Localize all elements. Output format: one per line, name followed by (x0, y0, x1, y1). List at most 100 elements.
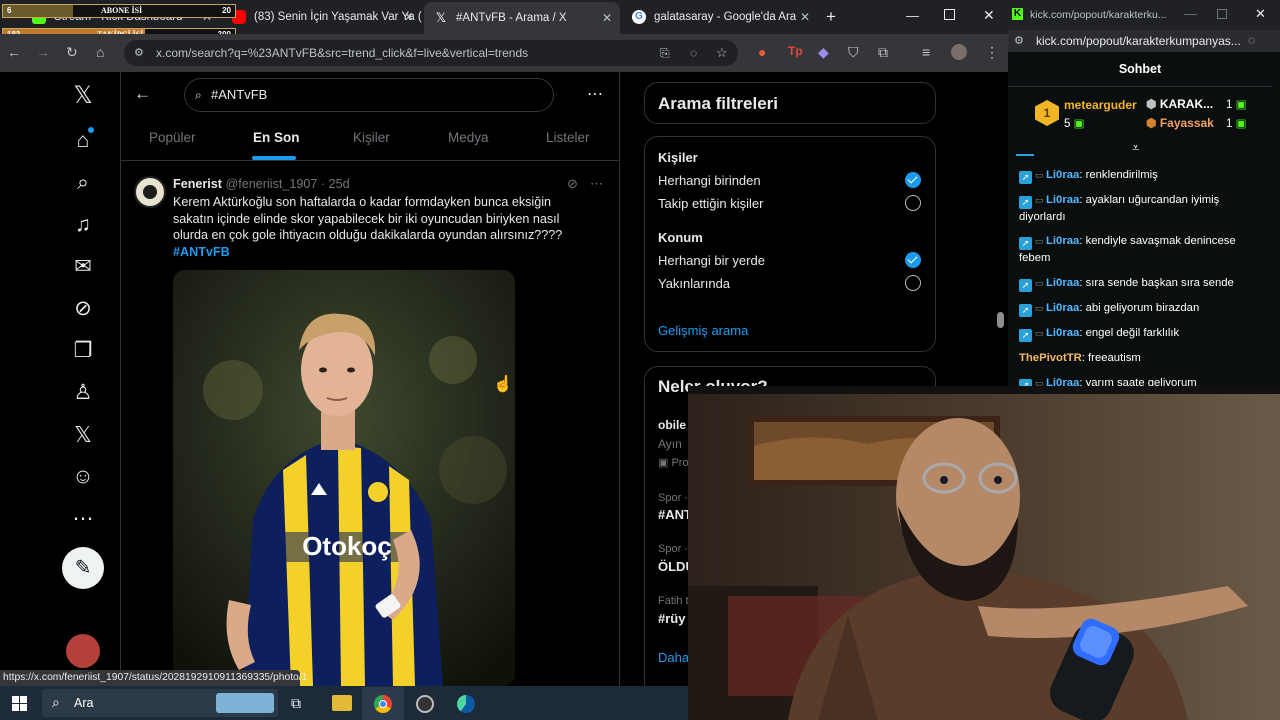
tab-x-search[interactable]: 𝕏 #ANTvFB - Arama / X ✕ (424, 2, 620, 34)
people-anyone-radio-checked[interactable] (905, 172, 921, 188)
location-filter-title: Konum (658, 230, 703, 245)
communities-icon[interactable]: ♙ (68, 378, 98, 408)
tweet-time[interactable]: · 25d (321, 177, 350, 191)
site-settings-icon[interactable]: ⚙ (1014, 34, 1024, 47)
maximize-button[interactable] (1217, 9, 1227, 19)
extension-tp-icon[interactable]: Tp (788, 44, 803, 58)
show-more-link[interactable]: Daha (658, 650, 689, 665)
supporter-3[interactable]: ⬢ Fayassak (1146, 116, 1214, 130)
reload-icon[interactable]: ↻ (66, 44, 78, 61)
close-tab-icon[interactable]: ✕ (404, 10, 414, 24)
close-tab-icon[interactable]: ✕ (602, 11, 612, 25)
rank-2-icon: ⬢ (1146, 97, 1160, 111)
task-view-icon[interactable]: ⧉ (291, 695, 301, 712)
trend-promoted-title[interactable]: obile (658, 418, 686, 432)
subscriber-goal-label: ABONE İSİ (101, 6, 143, 15)
location-option-anywhere[interactable]: Herhangi bir yerde (658, 253, 765, 268)
people-following-radio[interactable] (905, 195, 921, 211)
minimize-button[interactable]: — (1184, 6, 1197, 21)
tweet-author-avatar[interactable] (134, 176, 166, 208)
x-logo-icon[interactable]: 𝕏 (68, 81, 98, 111)
supporter-2[interactable]: ⬢ KARAK... (1146, 97, 1213, 111)
mod-badge-icon: ▭ (1035, 195, 1047, 205)
trend-context: Fatih t (658, 595, 689, 607)
tweet-hashtag-link[interactable]: #ANTvFB (173, 245, 230, 259)
eye-off-icon[interactable]: ◌ (690, 40, 697, 66)
profile-avatar[interactable] (951, 44, 967, 60)
page-scrollbar-thumb[interactable] (997, 312, 1004, 328)
location-option-near[interactable]: Yakınlarında (658, 276, 730, 291)
close-tab-icon[interactable]: ✕ (800, 10, 810, 24)
search-icon: ⌕ (52, 694, 60, 710)
minimize-button[interactable]: — (906, 8, 919, 23)
edge-icon[interactable] (457, 695, 475, 713)
mod-badge-icon: ▭ (1035, 303, 1047, 313)
extension-discord-icon[interactable]: ◆ (818, 44, 829, 61)
eye-off-icon[interactable]: ◌ (1248, 33, 1255, 47)
extension-fox-icon[interactable]: ● (758, 44, 766, 60)
people-option-following[interactable]: Takip ettiğin kişiler (658, 196, 764, 211)
search-input[interactable]: ⌕ #ANTvFB (184, 78, 554, 112)
extension-shield-icon[interactable]: ⛉ (848, 44, 859, 61)
trend-item[interactable]: #rüy (658, 611, 685, 626)
site-settings-icon[interactable]: ⚙ (134, 40, 144, 66)
close-window-button[interactable]: ✕ (1255, 6, 1266, 22)
tweet-text: Kerem Aktürkoğlu son haftalarda o kadar … (173, 195, 563, 242)
subscriber-goal-bar: 6 ABONE İSİ 20 (2, 4, 236, 18)
messages-mail-icon[interactable]: ✉ (68, 252, 98, 282)
grok-icon[interactable]: ⊘ (68, 294, 98, 324)
tab-people[interactable]: Kişiler (353, 130, 390, 145)
maximize-button[interactable] (944, 9, 955, 20)
windows-start-icon[interactable] (12, 696, 27, 711)
profile-nav-icon[interactable]: ☺ (68, 462, 98, 492)
notifications-bell-icon[interactable]: ♫ (68, 210, 98, 240)
compose-post-button[interactable]: ✎ (62, 547, 104, 589)
trend-item[interactable]: #ANT (658, 507, 692, 522)
more-circle-icon[interactable]: ⋯ (68, 504, 98, 534)
tab-latest[interactable]: En Son (253, 130, 300, 145)
home-icon[interactable]: ⌂ (96, 44, 104, 60)
more-options-icon[interactable]: ⋯ (587, 84, 603, 104)
account-avatar[interactable] (66, 634, 100, 668)
tweet-photo[interactable]: Otokoç (173, 270, 515, 686)
rank-3-icon: ⬢ (1146, 116, 1160, 130)
location-near-radio[interactable] (905, 275, 921, 291)
browser-menu-icon[interactable]: ⋮ (985, 44, 999, 61)
obs-icon[interactable] (416, 695, 434, 713)
home-nav-icon[interactable]: ⌂ (68, 126, 98, 156)
mod-badge-icon: ▭ (1035, 236, 1047, 246)
tweet-author-name[interactable]: Fenerist (173, 177, 222, 191)
advanced-search-link[interactable]: Gelişmiş arama (658, 323, 748, 338)
expand-chevron-icon[interactable]: ⩡ (1132, 140, 1139, 156)
tab-lists[interactable]: Listeler (546, 130, 590, 145)
taskbar-search-box[interactable]: ⌕ Ara (42, 689, 278, 717)
chrome-taskbar-active[interactable] (362, 687, 404, 720)
forward-arrow-icon[interactable]: → (36, 44, 50, 60)
install-app-icon[interactable]: ⎘ (660, 40, 670, 66)
file-explorer-icon[interactable] (332, 695, 352, 711)
tab-media[interactable]: Medya (448, 130, 489, 145)
back-arrow-icon[interactable]: ← (134, 84, 151, 104)
people-option-anyone[interactable]: Herhangi birinden (658, 173, 761, 188)
tweet-more-icon[interactable]: ⋯ (590, 176, 603, 192)
bookmark-star-icon[interactable]: ☆ (716, 40, 728, 66)
rank-badge: 1 (1035, 100, 1059, 126)
explore-search-icon[interactable]: ⌕ (68, 168, 98, 198)
tab-google[interactable]: G galatasaray - Google'da Ara ✕ (622, 4, 818, 30)
top-supporter-name[interactable]: metearguder (1064, 98, 1137, 112)
extensions-puzzle-icon[interactable]: ⧉ (878, 44, 888, 61)
location-anywhere-radio-checked[interactable] (905, 252, 921, 268)
tab-youtube[interactable]: (83) Senin İçin Yaşamak Var Ya ( ✕ (222, 4, 422, 30)
media-control-icon[interactable]: ≡ (922, 44, 930, 60)
chat-message: ➚ ▭ Li0raa: renklendirilmiş (1019, 167, 1251, 184)
new-tab-button[interactable]: + (826, 7, 836, 27)
address-bar[interactable]: ⚙ x.com/search?q=%23ANTvFB&src=trend_cli… (124, 40, 738, 66)
grok-explain-icon[interactable]: ⊘ (567, 176, 578, 192)
tab-popular[interactable]: Popüler (149, 130, 196, 145)
tweet-author-handle[interactable]: @feneriist_1907 (226, 177, 318, 191)
bookmarks-icon[interactable]: ❐ (68, 336, 98, 366)
supporter-3-count: 1 ▣ (1226, 118, 1247, 130)
back-arrow-icon[interactable]: ← (7, 44, 21, 60)
close-window-button[interactable]: ✕ (983, 7, 995, 24)
premium-x-icon[interactable]: 𝕏 (68, 420, 98, 450)
